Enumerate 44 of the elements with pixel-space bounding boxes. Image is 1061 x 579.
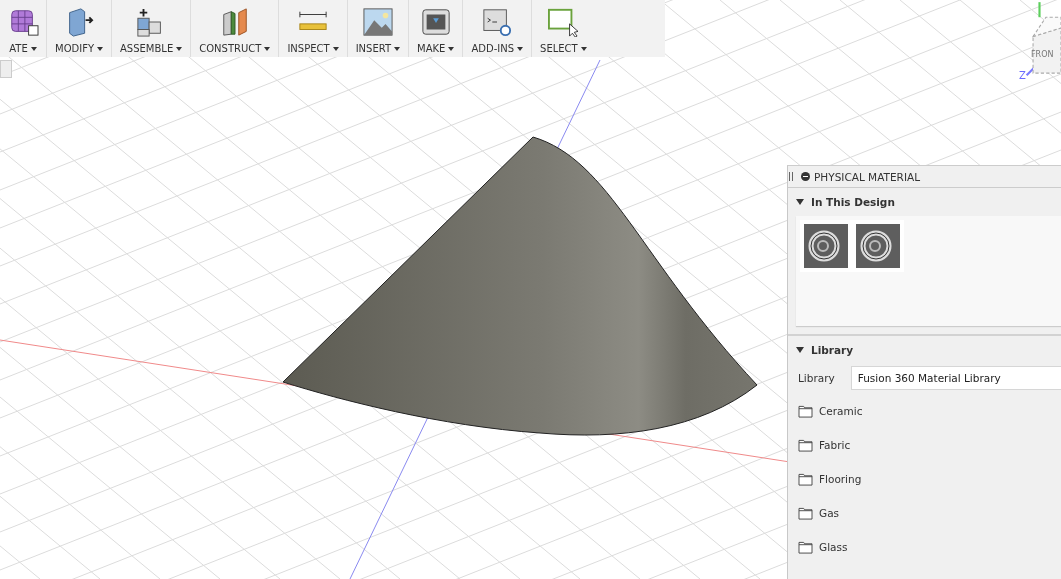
toolbar-menu-button[interactable]: ATE xyxy=(7,43,39,54)
caret-icon xyxy=(517,46,524,51)
folder-icon xyxy=(798,472,813,486)
caret-icon xyxy=(30,46,37,51)
folder-item[interactable]: Ceramic xyxy=(788,394,873,428)
collapse-icon[interactable] xyxy=(801,172,810,181)
toolbar-menu-button[interactable]: MODIFY xyxy=(53,43,105,54)
insert-icon[interactable] xyxy=(360,7,395,37)
caret-icon xyxy=(580,46,587,51)
toolbar-menu-button[interactable]: MAKE xyxy=(415,43,457,54)
select-icon[interactable] xyxy=(546,7,581,37)
expand-icon xyxy=(796,199,804,205)
panel-title: PHYSICAL MATERIAL xyxy=(814,170,920,183)
folder-item[interactable]: Glass xyxy=(788,530,858,564)
caret-icon xyxy=(97,46,103,51)
folder-item[interactable]: Fabric xyxy=(788,428,861,462)
caret-icon xyxy=(394,46,401,51)
folder-item[interactable]: Gas xyxy=(788,496,850,530)
folder-icon xyxy=(798,438,813,452)
section-header[interactable]: In This Design xyxy=(788,188,903,216)
material-thumbnail[interactable] xyxy=(804,224,848,268)
folder-icon xyxy=(798,540,813,554)
view-cube-front-label: FRON xyxy=(1031,50,1054,59)
caret-icon xyxy=(264,46,271,51)
toolbar-menu-button[interactable]: ASSEMBLE xyxy=(118,43,185,54)
collapse-handle[interactable] xyxy=(0,60,12,78)
toolbar-menu-button[interactable]: ADD-INS xyxy=(469,43,526,54)
toolbar-menu-button[interactable]: SELECT xyxy=(538,43,589,54)
library-field[interactable]: Fusion 360 Material Library xyxy=(850,366,1061,390)
section-header[interactable]: Library xyxy=(788,336,862,364)
caret-icon xyxy=(332,46,339,51)
expand-icon xyxy=(796,347,804,353)
field-label: Library xyxy=(798,372,835,384)
toolbar-menu-button[interactable]: CONSTRUCT xyxy=(197,43,273,54)
folder-item[interactable]: Flooring xyxy=(788,462,872,496)
folder-icon xyxy=(798,404,813,418)
folder-icon xyxy=(798,506,813,520)
caret-icon xyxy=(176,46,183,51)
toolbar-menu-button[interactable]: INSERT xyxy=(353,43,403,54)
grip-icon[interactable] xyxy=(789,172,793,181)
toolbar-menu-button[interactable]: INSPECT xyxy=(285,43,341,54)
material-thumbnail[interactable] xyxy=(856,224,900,268)
caret-icon xyxy=(448,46,455,51)
axis-label: Z xyxy=(1019,70,1026,81)
